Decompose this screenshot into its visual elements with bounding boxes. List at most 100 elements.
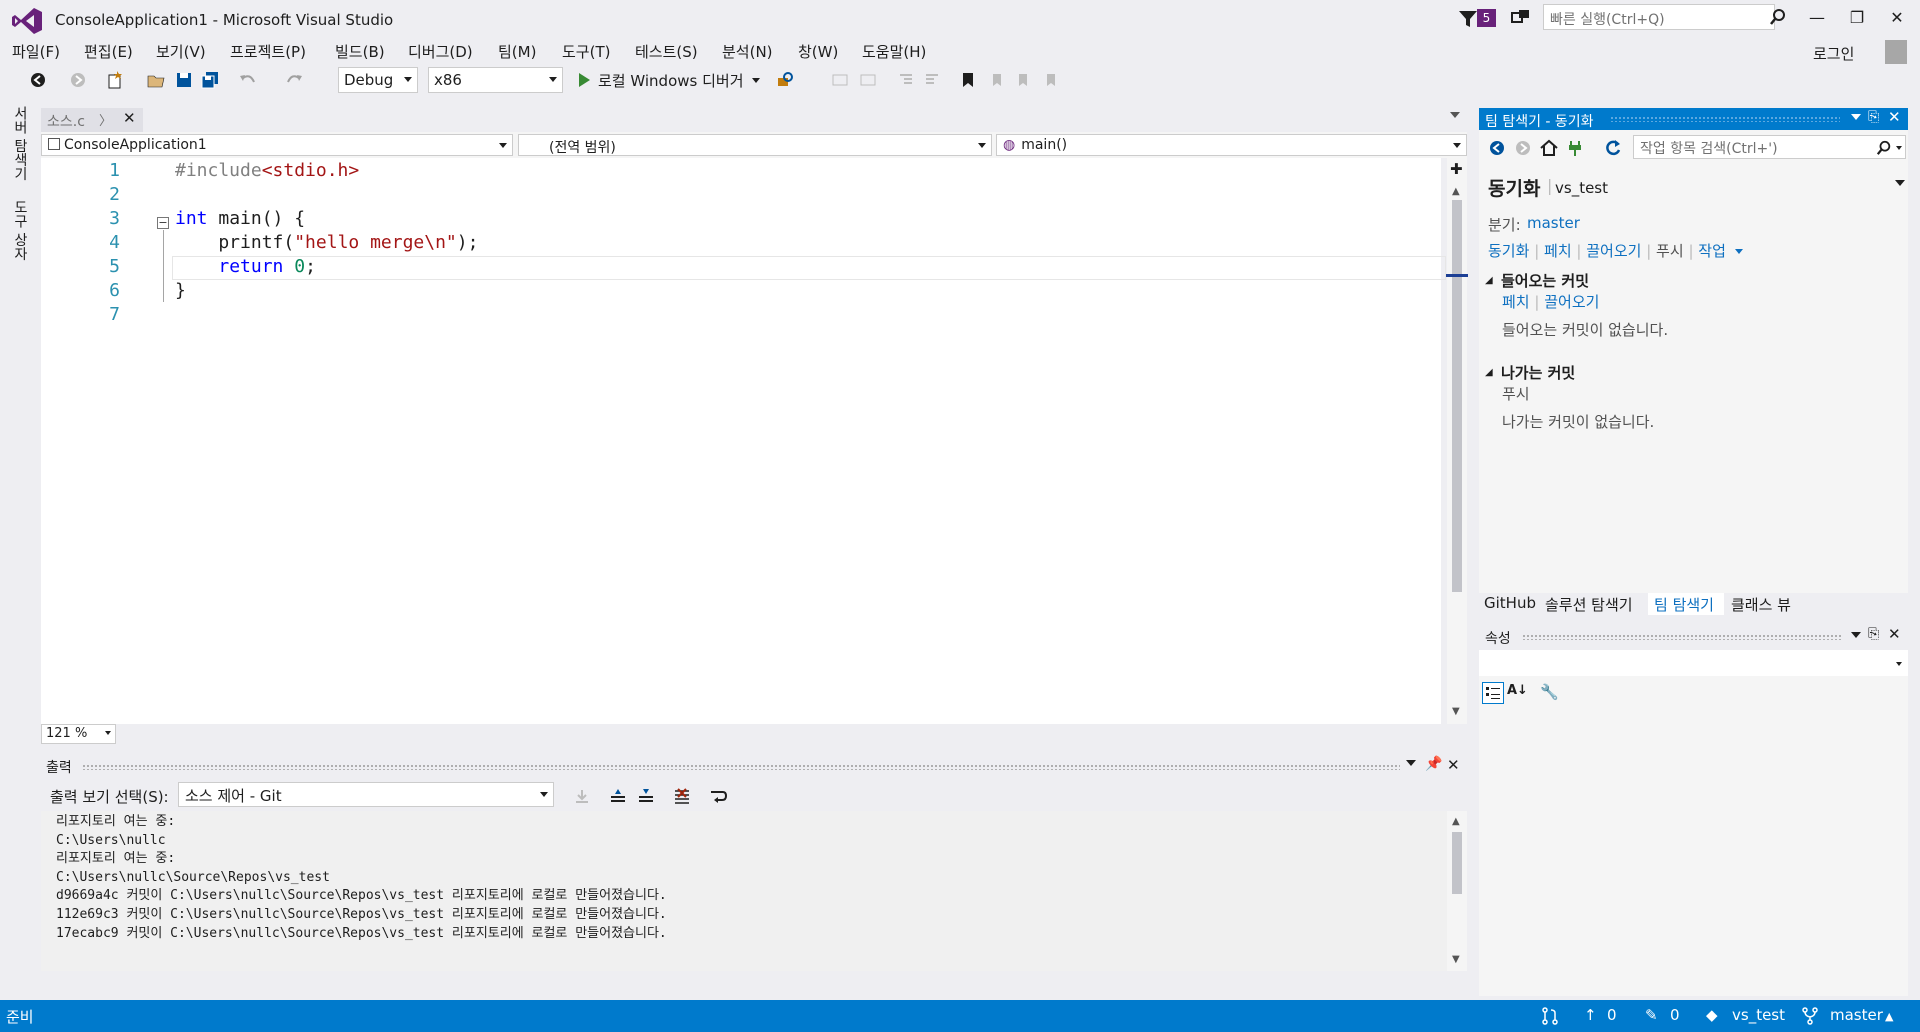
close-icon[interactable]: ✕ [1888,108,1901,126]
work-item-search-input[interactable]: 작업 항목 검색(Ctrl+') [1633,135,1906,159]
close-icon[interactable]: ✕ [123,109,136,127]
push-link[interactable]: 푸시 [1656,242,1684,260]
notification-badge[interactable]: 5 [1477,9,1496,27]
scroll-up-icon[interactable]: ▲ [1452,816,1460,827]
redo-icon[interactable] [284,70,304,90]
pending-changes-icon[interactable]: ✎ [1645,1006,1658,1024]
outgoing-push-link[interactable]: 푸시 [1502,383,1530,404]
property-pages-icon[interactable]: 🔧 [1540,683,1559,701]
search-icon[interactable] [1769,8,1787,26]
pull-link[interactable]: 끌어오기 [1586,242,1641,260]
clear-all-icon[interactable] [672,786,692,806]
categorized-button[interactable] [1482,682,1504,704]
incoming-fetch-link[interactable]: 페치 [1502,293,1530,311]
menu-debug[interactable]: 디버그(D) [408,41,473,62]
output-text-area[interactable]: 리포지토리 여는 중: C:\Users\nullc 리포지토리 여는 중: C… [41,811,1447,971]
properties-object-select[interactable] [1479,650,1908,676]
member-nav-select[interactable]: ◍ main() [996,134,1467,156]
word-wrap-icon[interactable] [708,786,728,806]
zoom-select[interactable]: 121 % [41,724,116,744]
login-link[interactable]: 로그인 [1813,43,1854,64]
pin-icon[interactable]: 📌 [1425,756,1442,772]
platform-select[interactable]: x86 [428,67,563,93]
undo-icon[interactable] [238,70,258,90]
branch-name[interactable]: master [1830,1006,1883,1024]
panel-grip[interactable] [82,764,1400,770]
solution-config-select[interactable]: Debug [338,67,418,93]
menu-team[interactable]: 팀(M) [498,41,536,62]
menu-window[interactable]: 창(W) [798,41,838,62]
save-all-icon[interactable] [200,70,220,90]
refresh-icon[interactable] [1603,138,1623,158]
collapse-toggle[interactable]: − [157,217,169,229]
back-icon[interactable] [1487,138,1507,158]
pending-changes-count[interactable]: 0 [1670,1006,1680,1024]
forward-icon[interactable] [1513,138,1533,158]
scroll-up-icon[interactable]: ▲ [1452,186,1460,197]
previous-message-icon[interactable] [608,786,628,806]
restore-button[interactable]: ❐ [1837,6,1877,30]
unpushed-commits-count[interactable]: 0 [1607,1006,1617,1024]
tab-class-view[interactable]: 클래스 뷰 [1731,594,1791,615]
close-button[interactable]: ✕ [1877,6,1917,30]
chevron-up-icon[interactable]: ▲ [1885,1010,1893,1023]
pull-request-icon[interactable] [1541,1006,1559,1026]
tab-github[interactable]: GitHub [1484,594,1536,612]
scroll-down-icon[interactable]: ▼ [1452,954,1460,965]
chevron-down-icon[interactable] [1734,249,1743,254]
menu-edit[interactable]: 편집(E) [84,41,133,62]
pin-icon[interactable]: ⎘ [1868,626,1879,642]
chevron-down-icon[interactable] [752,78,760,83]
page-menu-icon[interactable] [1895,180,1905,186]
chevron-down-icon[interactable] [1896,146,1902,150]
menu-build[interactable]: 빌드(B) [335,41,385,62]
menu-analyze[interactable]: 분석(N) [722,41,773,62]
tab-team-explorer[interactable]: 팀 탐색기 [1654,594,1714,615]
pin-icon[interactable]: ⎘ [1868,109,1879,125]
save-icon[interactable] [174,70,194,90]
panel-menu-icon[interactable] [1406,760,1416,766]
branch-icon[interactable] [1801,1006,1819,1026]
notification-flag-icon[interactable] [1457,8,1479,30]
outgoing-commits-title[interactable]: 나가는 커밋 [1501,362,1575,383]
panel-menu-icon[interactable] [1851,114,1861,120]
project-nav-select[interactable]: ConsoleApplication1 [41,134,513,156]
search-icon[interactable] [1876,140,1892,156]
sync-link[interactable]: 동기화 [1488,242,1529,260]
scope-nav-select[interactable]: (전역 범위) [518,134,992,156]
connect-icon[interactable] [1565,138,1585,158]
scrollbar-thumb[interactable] [1452,200,1462,592]
toolbox-tab[interactable]: 도구 상자 [10,200,30,260]
bookmark-icon[interactable] [958,70,978,90]
menu-project[interactable]: 프로젝트(P) [230,41,306,62]
menu-test[interactable]: 테스트(S) [635,41,698,62]
next-message-icon[interactable] [636,786,656,806]
menu-view[interactable]: 보기(V) [156,41,206,62]
pin-icon[interactable]: 〉 [99,110,112,129]
debug-target-button[interactable]: 로컬 Windows 디버거 [598,70,744,91]
home-icon[interactable] [1539,138,1559,158]
fetch-link[interactable]: 페치 [1544,242,1572,260]
panel-grip[interactable] [1522,634,1842,640]
output-source-select[interactable]: 소스 제어 - Git [178,782,554,807]
scrollbar-thumb[interactable] [1452,832,1462,894]
panel-splitter[interactable] [41,744,1467,754]
feedback-icon[interactable] [1510,8,1532,30]
find-in-files-icon[interactable] [776,70,796,90]
tab-solution-explorer[interactable]: 솔루션 탐색기 [1545,594,1633,615]
quick-launch-input[interactable]: 빠른 실행(Ctrl+Q) [1543,4,1775,30]
repository-name[interactable]: vs_test [1732,1006,1785,1024]
server-explorer-tab[interactable]: 서버 탐색기 [10,106,30,180]
alphabetical-icon[interactable]: A↓ [1507,683,1528,698]
branch-link[interactable]: master [1527,214,1580,232]
start-debug-icon[interactable] [574,70,594,90]
new-project-icon[interactable] [105,70,125,90]
panel-menu-icon[interactable] [1851,632,1861,638]
close-icon[interactable]: ✕ [1888,625,1901,643]
account-avatar-icon[interactable] [1885,40,1907,64]
forward-icon[interactable] [68,70,88,90]
tab-overflow-icon[interactable] [1450,112,1460,118]
incoming-commits-title[interactable]: 들어오는 커밋 [1501,270,1589,291]
split-window-icon[interactable]: ✚ [1450,160,1463,178]
scroll-down-icon[interactable]: ▼ [1452,706,1460,717]
